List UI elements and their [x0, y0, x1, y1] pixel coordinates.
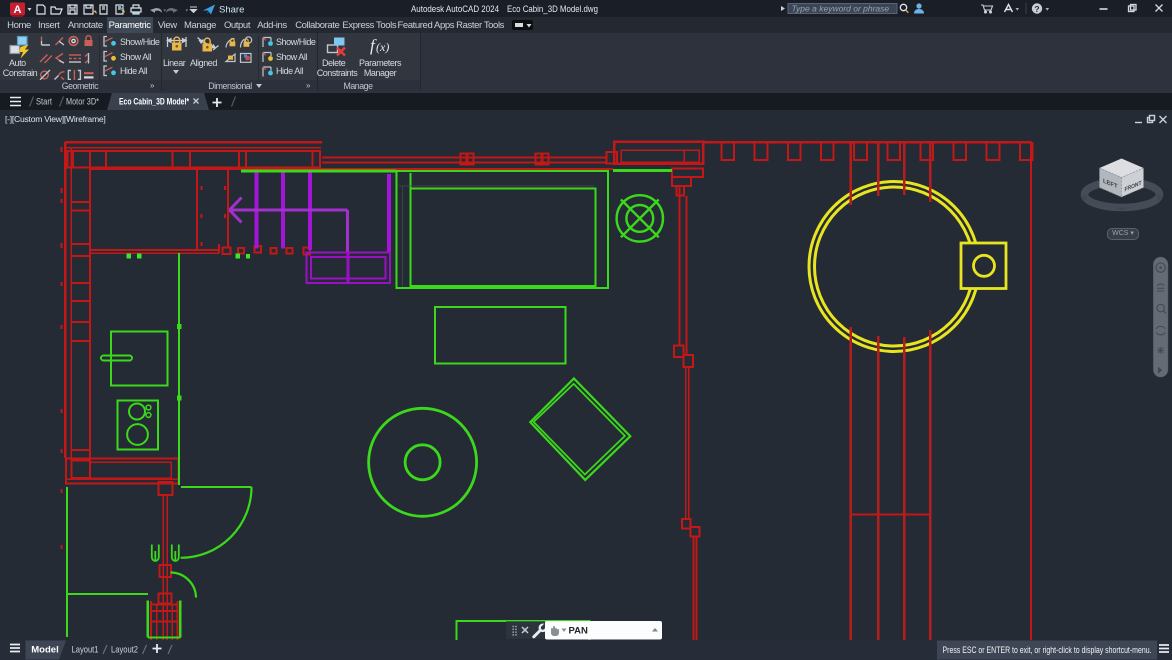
svg-text:Motor 3D*: Motor 3D* [66, 97, 99, 108]
svg-text:Model: Model [31, 645, 58, 656]
svg-text:Eco Cabin_3D Model.dwg: Eco Cabin_3D Model.dwg [507, 4, 598, 15]
svg-text:PAN: PAN [569, 626, 588, 637]
svg-text:(x): (x) [376, 40, 389, 54]
svg-text:Autodesk AutoCAD 2024: Autodesk AutoCAD 2024 [411, 4, 499, 15]
svg-text:Layout1: Layout1 [72, 645, 99, 656]
svg-text:A: A [14, 4, 22, 16]
svg-text:Press ESC or ENTER to exit, or: Press ESC or ENTER to exit, or right-cli… [943, 645, 1152, 655]
svg-text:Eco Cabin_3D Model*: Eco Cabin_3D Model* [119, 97, 189, 108]
svg-text:Layout2: Layout2 [111, 645, 138, 656]
svg-text:Start: Start [36, 97, 52, 108]
svg-text:?: ? [1034, 4, 1039, 14]
svg-text:Share: Share [219, 5, 244, 16]
svg-text:Type a keyword or phrase: Type a keyword or phrase [792, 3, 890, 13]
